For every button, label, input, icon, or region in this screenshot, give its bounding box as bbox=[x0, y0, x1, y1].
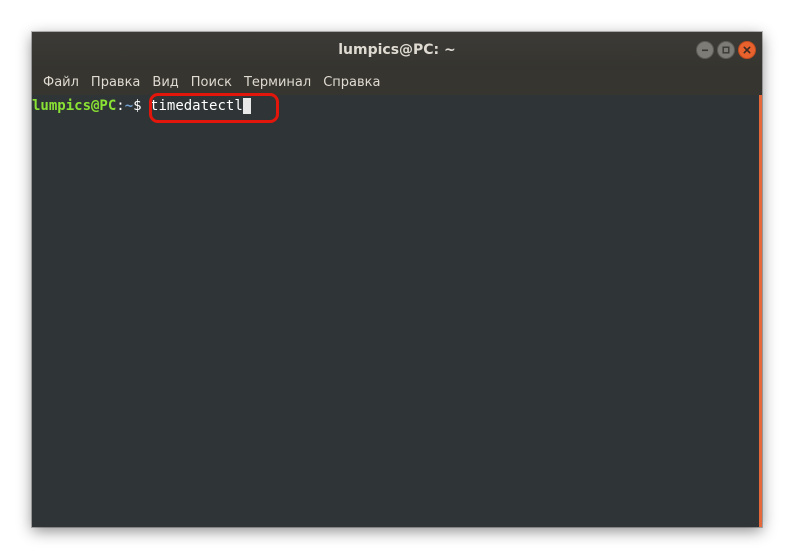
menu-item-help[interactable]: Справка bbox=[317, 70, 386, 95]
menu-item-terminal[interactable]: Терминал bbox=[238, 70, 317, 95]
maximize-button[interactable] bbox=[717, 41, 735, 59]
menu-item-search[interactable]: Поиск bbox=[185, 70, 238, 95]
close-button[interactable] bbox=[738, 41, 756, 59]
menu-bar: Файл Правка Вид Поиск Терминал Справка bbox=[32, 70, 762, 95]
terminal-window: lumpics@PC: ~ Файл Правка Вид Поиск Терм… bbox=[32, 32, 762, 527]
command-text: timedatectl bbox=[150, 98, 243, 114]
prompt-line: lumpics@PC: ~ $ timedatectl bbox=[32, 95, 251, 117]
terminal-area[interactable]: lumpics@PC: ~ $ timedatectl bbox=[32, 95, 762, 527]
prompt-path: ~ bbox=[124, 98, 134, 114]
menu-item-edit[interactable]: Правка bbox=[85, 70, 146, 95]
prompt-user: lumpics@PC bbox=[32, 98, 117, 114]
close-icon bbox=[743, 46, 751, 54]
menu-item-view[interactable]: Вид bbox=[146, 70, 184, 95]
minimize-button[interactable] bbox=[696, 41, 714, 59]
minimize-icon bbox=[702, 49, 708, 52]
menu-item-file[interactable]: Файл bbox=[37, 70, 85, 95]
window-title: lumpics@PC: ~ bbox=[338, 42, 456, 58]
prompt-symbol: $ bbox=[133, 98, 151, 114]
maximize-icon bbox=[722, 46, 730, 54]
title-bar[interactable]: lumpics@PC: ~ bbox=[32, 32, 762, 70]
text-cursor bbox=[242, 98, 251, 114]
prompt-separator: : bbox=[116, 98, 125, 114]
window-controls bbox=[696, 41, 756, 59]
